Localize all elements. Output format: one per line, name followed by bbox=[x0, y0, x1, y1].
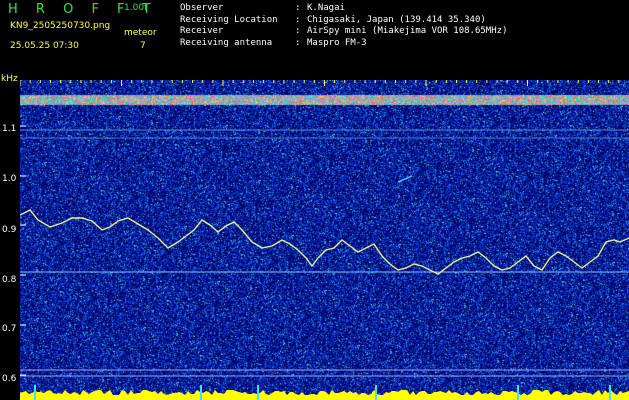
meta-colon: : bbox=[295, 26, 301, 37]
meta-colon: : bbox=[295, 37, 301, 48]
frequency-tick-label: 0.8 bbox=[2, 275, 17, 285]
meteor-count-label: meteor bbox=[124, 28, 157, 38]
observation-datetime: 25.05.25 07:30 bbox=[10, 41, 79, 51]
spectrogram-overlay bbox=[20, 80, 629, 400]
meteor-count-value: 7 bbox=[140, 41, 146, 51]
doppler-trace bbox=[20, 209, 629, 275]
antenna-row: Receiving antenna: Maspro FM-3 bbox=[180, 38, 507, 50]
meta-value: Chigasaki, Japan (139.414 35.340) bbox=[307, 14, 486, 25]
version-label: 1.00f bbox=[124, 3, 148, 13]
meta-key: Observer bbox=[180, 3, 224, 13]
station-info: Observer: K.Nagai Receiving Location: Chig… bbox=[180, 3, 507, 49]
receiver-row: Receiver: AirSpy mini (Miakejima VOR 108.… bbox=[180, 26, 507, 38]
frequency-tick-label: 0.9 bbox=[2, 225, 17, 235]
file-name: KN9_2505250730.png bbox=[10, 21, 111, 31]
hrofft-window: H R O F F T 1.00f KN9_2505250730.png met… bbox=[0, 0, 629, 400]
frequency-tick-label: 1.1 bbox=[2, 124, 17, 134]
meta-value: Maspro FM-3 bbox=[307, 37, 367, 48]
meta-value: K.Nagai bbox=[307, 3, 345, 13]
meta-value: AirSpy mini (Miakejima VOR 108.65MHz) bbox=[307, 26, 508, 37]
baseline-noise bbox=[20, 390, 629, 400]
meta-colon: : bbox=[295, 3, 301, 13]
meta-key: Receiving Location bbox=[180, 14, 278, 25]
meteor-echo bbox=[397, 175, 413, 183]
frequency-tick-label: 1.0 bbox=[2, 174, 17, 184]
header-panel: H R O F F T 1.00f KN9_2505250730.png met… bbox=[0, 0, 629, 72]
frequency-tick-label: 0.7 bbox=[2, 324, 17, 334]
meta-colon: : bbox=[295, 14, 301, 25]
frequency-unit-label: kHz bbox=[1, 74, 18, 84]
location-row: Receiving Location: Chigasaki, Japan (139… bbox=[180, 15, 507, 27]
frequency-tick-label: 0.6 bbox=[2, 374, 17, 384]
meta-key: Receiving antenna bbox=[180, 37, 273, 48]
observer-row: Observer: K.Nagai bbox=[180, 3, 507, 15]
meta-key: Receiver bbox=[180, 26, 224, 37]
